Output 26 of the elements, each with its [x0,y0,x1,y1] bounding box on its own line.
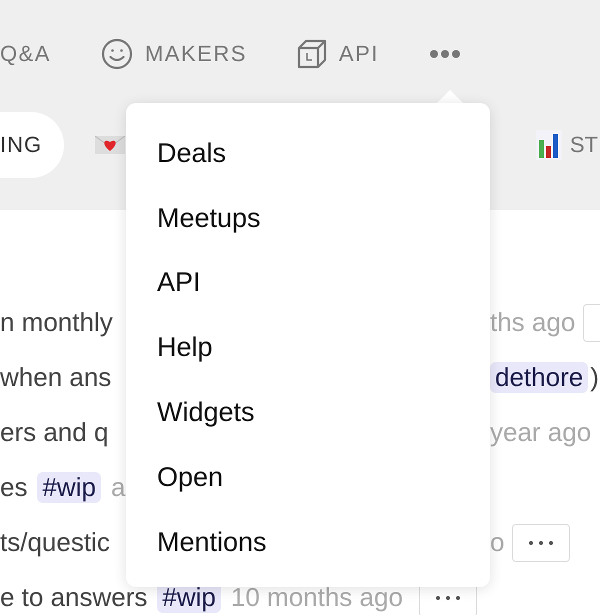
pill-tab[interactable]: ING [0,112,64,178]
timestamp: 10 months ago [230,582,403,613]
nav-link[interactable]: MAKERS [100,38,247,70]
timestamp: o [490,527,504,558]
post-text: when ans [0,362,112,393]
hashtag-link[interactable]: dethore [490,362,588,393]
menu-item[interactable]: Help [126,315,490,380]
nav-link[interactable]: API [296,39,379,69]
hashtag-link[interactable]: #wip [37,472,101,503]
post-text: ers and q [0,417,108,448]
menu-item[interactable]: API [126,250,490,316]
post-text: n monthly [0,307,113,338]
menu-item[interactable]: Deals [126,121,490,186]
post-text: ts/questic [0,527,110,558]
menu-item[interactable]: Meetups [126,186,490,251]
timestamp: a [110,472,126,503]
post-text: es [0,472,28,503]
stats-link[interactable]: ST [536,130,598,160]
menu-item[interactable]: Open [126,444,490,510]
menu-item[interactable]: Mentions [126,510,490,575]
post-text: e to answers [0,582,148,613]
menu-item[interactable]: Widgets [126,380,490,445]
post-text: ) [590,362,599,393]
nav-link[interactable]: Q&A [0,41,51,67]
timestamp: year ago [490,417,592,448]
timestamp: ths ago [490,307,576,338]
